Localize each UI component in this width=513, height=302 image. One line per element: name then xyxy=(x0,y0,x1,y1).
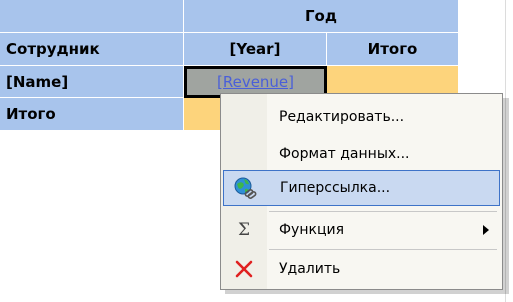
menu-item-function-label: Функция xyxy=(279,222,344,238)
context-menu: Редактировать... Формат данных... Гиперс… xyxy=(220,93,503,290)
row-name-cell[interactable]: [Name] xyxy=(0,66,184,98)
row-header-employee-label: Сотрудник xyxy=(6,40,100,58)
menu-item-data-format[interactable]: Формат данных... xyxy=(223,136,500,172)
menu-item-delete[interactable]: Удалить xyxy=(223,251,500,287)
row-header-employee[interactable]: Сотрудник xyxy=(0,33,184,66)
menu-item-hyperlink[interactable]: Гиперссылка... xyxy=(223,170,500,206)
submenu-arrow-icon xyxy=(483,225,489,235)
menu-item-edit[interactable]: Редактировать... xyxy=(223,99,500,135)
hyperlink-globe-icon xyxy=(232,175,258,201)
column-header-total-label: Итого xyxy=(367,40,418,58)
menu-item-data-format-label: Формат данных... xyxy=(279,146,410,162)
column-header-total[interactable]: Итого xyxy=(327,33,458,66)
row-total-header[interactable]: Итого xyxy=(0,98,184,130)
menu-item-delete-label: Удалить xyxy=(279,261,341,277)
row-name-label: [Name] xyxy=(6,72,69,91)
year-group-header[interactable]: Год xyxy=(184,0,458,33)
pivot-corner-cell[interactable] xyxy=(0,0,184,33)
menu-item-function[interactable]: Σ Функция xyxy=(223,212,500,248)
row-total-header-label: Итого xyxy=(6,105,56,123)
menu-separator xyxy=(269,249,497,250)
delete-x-icon xyxy=(231,256,257,282)
sigma-icon: Σ xyxy=(231,217,257,243)
column-header-year[interactable]: [Year] xyxy=(184,33,327,66)
year-group-header-label: Год xyxy=(305,7,337,25)
menu-item-edit-label: Редактировать... xyxy=(279,109,405,125)
column-header-year-label: [Year] xyxy=(229,40,281,58)
revenue-field-link[interactable]: [Revenue] xyxy=(217,73,294,91)
sigma-glyph: Σ xyxy=(237,220,251,240)
menu-item-hyperlink-label: Гиперссылка... xyxy=(280,180,391,196)
